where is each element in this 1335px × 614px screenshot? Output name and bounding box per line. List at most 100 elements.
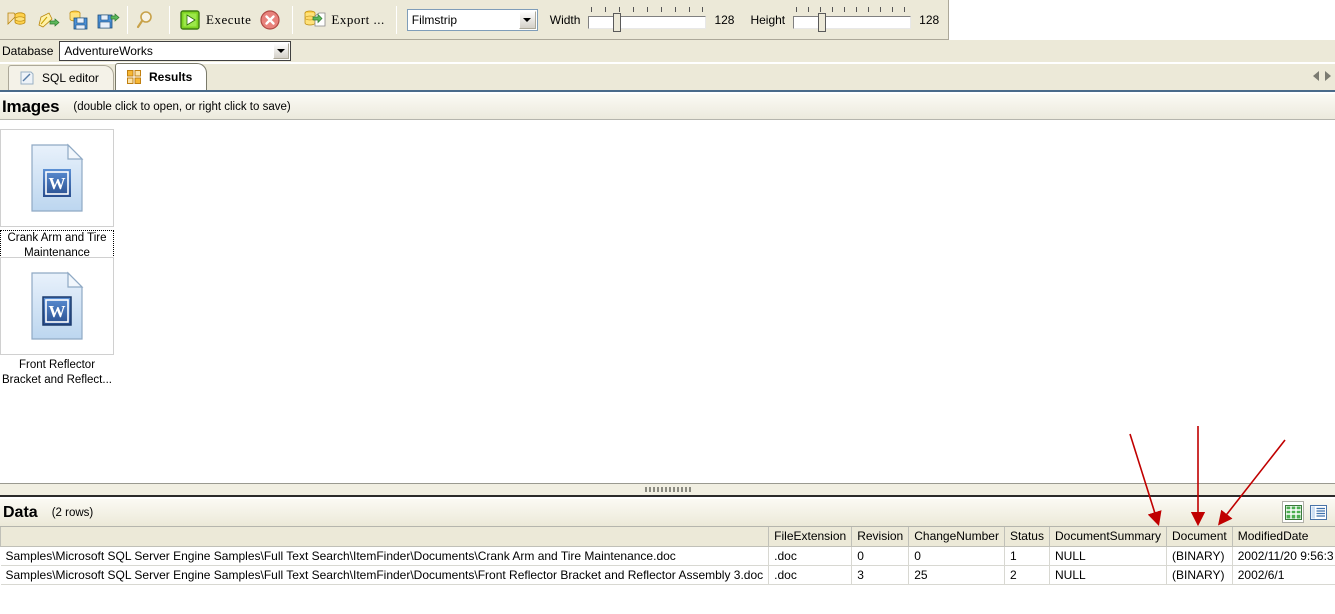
width-slider-thumb[interactable] <box>613 13 621 32</box>
scroll-right-icon[interactable] <box>1325 71 1331 81</box>
stop-button[interactable] <box>255 5 285 35</box>
column-header-status[interactable]: Status <box>1004 527 1049 546</box>
panel-splitter[interactable] <box>0 484 1335 497</box>
column-header-file-extension[interactable]: FileExtension <box>769 527 852 546</box>
width-label: Width <box>550 13 581 27</box>
filmstrip-panel[interactable]: W Crank Arm and Tire Maintenance W Front… <box>0 121 1335 484</box>
thumbnail-item[interactable]: W Front Reflector Bracket and Reflect... <box>0 257 114 388</box>
search-icon[interactable] <box>132 5 162 35</box>
table-row[interactable]: Samples\Microsoft SQL Server Engine Samp… <box>1 546 1335 565</box>
table-row[interactable]: Samples\Microsoft SQL Server Engine Samp… <box>1 565 1335 584</box>
tab-strip: SQL editor Results <box>0 64 1335 92</box>
tab-scroll-controls <box>1313 71 1331 81</box>
height-slider[interactable] <box>793 7 911 33</box>
width-slider-ticks <box>591 7 703 14</box>
cell-change-number[interactable]: 0 <box>909 546 1005 565</box>
toolbar-separator-4 <box>396 6 397 34</box>
thumbnail-item[interactable]: W Crank Arm and Tire Maintenance <box>0 129 114 262</box>
sql-editor-icon <box>19 70 35 86</box>
export-button[interactable]: Export ... <box>300 5 388 35</box>
export-label: Export ... <box>326 12 384 28</box>
cell-document-summary[interactable]: NULL <box>1049 546 1166 565</box>
column-header-revision[interactable]: Revision <box>852 527 909 546</box>
view-mode-value: Filmstrip <box>408 13 457 27</box>
export-toolbar-group: Export ... <box>297 3 391 37</box>
images-hint: (double click to open, or right click to… <box>59 101 290 113</box>
width-slider[interactable] <box>588 7 706 33</box>
cell-modified-date[interactable]: 2002/6/1 <box>1232 565 1335 584</box>
chevron-down-icon[interactable] <box>273 43 289 59</box>
height-slider-thumb[interactable] <box>818 13 826 32</box>
thumbnail-caption: Front Reflector Bracket and Reflect... <box>0 358 114 388</box>
height-slider-track[interactable] <box>793 16 911 29</box>
cell-status[interactable]: 1 <box>1004 546 1049 565</box>
tab-sql-editor[interactable]: SQL editor <box>8 65 114 90</box>
height-slider-ticks <box>796 7 908 14</box>
width-slider-track[interactable] <box>588 16 706 29</box>
execute-label: Execute <box>201 12 251 28</box>
cell-modified-date[interactable]: 2002/11/20 9:56:3 <box>1232 546 1335 565</box>
column-header-path[interactable] <box>1 527 769 546</box>
cell-document[interactable]: (BINARY) <box>1167 565 1233 584</box>
images-title: Images <box>0 97 59 117</box>
open-database-icon[interactable] <box>3 5 33 35</box>
column-header-document[interactable]: Document <box>1167 527 1233 546</box>
cell-path[interactable]: Samples\Microsoft SQL Server Engine Samp… <box>1 565 769 584</box>
save-as-icon[interactable] <box>63 5 93 35</box>
toolbar-separator-3 <box>292 6 293 34</box>
execute-button[interactable]: Execute <box>177 5 255 35</box>
export-icon <box>302 8 326 32</box>
database-label: Database <box>0 44 59 58</box>
play-icon <box>179 9 201 31</box>
splitter-grip <box>645 487 691 492</box>
toolbar-separator-1 <box>127 6 128 34</box>
width-value: 128 <box>714 13 738 27</box>
cell-file-extension[interactable]: .doc <box>769 565 852 584</box>
word-document-icon: W <box>29 271 85 341</box>
cell-document[interactable]: (BINARY) <box>1167 546 1233 565</box>
results-grid-icon <box>126 69 142 85</box>
cell-status[interactable]: 2 <box>1004 565 1049 584</box>
table-header-row: FileExtension Revision ChangeNumber Stat… <box>1 527 1335 546</box>
cell-revision[interactable]: 0 <box>852 546 909 565</box>
cell-revision[interactable]: 3 <box>852 565 909 584</box>
data-title: Data <box>0 504 38 522</box>
column-header-change-number[interactable]: ChangeNumber <box>909 527 1005 546</box>
tab-label: Results <box>142 70 192 84</box>
svg-text:W: W <box>49 302 66 321</box>
column-header-modified-date[interactable]: ModifiedDate <box>1232 527 1335 546</box>
word-document-icon: W <box>29 143 85 213</box>
sql-browser-window: Execute Export ... <box>0 0 1335 614</box>
thumbnail-image[interactable]: W <box>0 257 114 355</box>
data-grid[interactable]: FileExtension Revision ChangeNumber Stat… <box>0 527 1335 614</box>
form-view-icon[interactable] <box>1307 501 1329 523</box>
database-bar: Database AdventureWorks <box>0 40 1335 62</box>
file-toolbar-group <box>0 3 165 37</box>
new-query-icon[interactable] <box>33 5 63 35</box>
save-icon[interactable] <box>93 5 123 35</box>
cell-file-extension[interactable]: .doc <box>769 546 852 565</box>
data-row-count: (2 rows) <box>38 507 94 519</box>
svg-text:W: W <box>49 174 66 193</box>
cell-document-summary[interactable]: NULL <box>1049 565 1166 584</box>
view-mode-select[interactable]: Filmstrip <box>407 9 538 31</box>
database-select[interactable]: AdventureWorks <box>59 41 291 61</box>
database-value: AdventureWorks <box>60 44 152 58</box>
height-value: 128 <box>919 13 943 27</box>
toolbar-separator-2 <box>169 6 170 34</box>
column-header-document-summary[interactable]: DocumentSummary <box>1049 527 1166 546</box>
main-toolbar: Execute Export ... <box>0 0 949 40</box>
thumbnail-image[interactable]: W <box>0 129 114 227</box>
results-table: FileExtension Revision ChangeNumber Stat… <box>0 527 1335 585</box>
height-label: Height <box>750 13 785 27</box>
images-panel-header: Images (double click to open, or right c… <box>0 94 1335 120</box>
grid-view-icon[interactable] <box>1282 501 1304 523</box>
tab-results[interactable]: Results <box>115 63 207 90</box>
cell-path[interactable]: Samples\Microsoft SQL Server Engine Samp… <box>1 546 769 565</box>
tab-label: SQL editor <box>35 71 99 85</box>
scroll-left-icon[interactable] <box>1313 71 1319 81</box>
cell-change-number[interactable]: 25 <box>909 565 1005 584</box>
stop-icon <box>259 9 281 31</box>
execute-toolbar-group: Execute <box>174 3 288 37</box>
chevron-down-icon[interactable] <box>519 11 536 29</box>
